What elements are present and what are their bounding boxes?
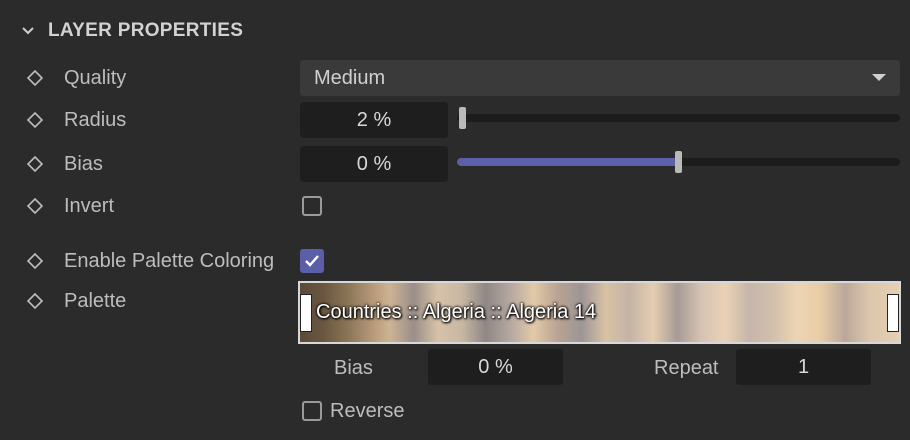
invert-label: Invert [64,195,115,217]
section-header-layer-properties[interactable]: LAYER PROPERTIES [20,18,243,44]
palette-bias-label: Bias [334,357,373,379]
keyframe-diamond-icon[interactable] [26,111,44,129]
bias-slider-fill [457,158,679,166]
enable-palette-coloring-checkbox[interactable] [300,249,324,273]
keyframe-diamond-icon[interactable] [26,292,44,310]
palette-name: Countries :: Algeria :: Algeria 14 [316,301,597,323]
chevron-down-icon[interactable] [20,23,36,39]
enable-palette-coloring-label: Enable Palette Coloring [64,250,275,272]
radius-input[interactable]: 2 % [300,102,448,138]
keyframe-diamond-icon[interactable] [26,69,44,87]
palette-label: Palette [64,290,127,312]
keyframe-diamond-icon[interactable] [26,197,44,215]
checkmark-icon [305,255,319,267]
palette-gradient-preview[interactable]: Countries :: Algeria :: Algeria 14 [298,281,901,344]
palette-right-handle[interactable] [887,294,899,332]
radius-slider-track[interactable] [457,114,900,122]
bias-label: Bias [64,153,103,175]
keyframe-diamond-icon[interactable] [26,155,44,173]
reverse-label: Reverse [330,400,405,422]
quality-label: Quality [64,67,127,89]
section-title: LAYER PROPERTIES [48,20,244,41]
keyframe-diamond-icon[interactable] [26,252,44,270]
radius-label: Radius [64,109,127,131]
bias-input[interactable]: 0 % [300,146,448,182]
palette-repeat-input[interactable]: 1 [736,349,871,385]
dropdown-arrow-icon [872,74,886,81]
bias-slider-handle[interactable] [675,151,682,173]
quality-dropdown[interactable]: Medium [300,60,900,96]
reverse-checkbox[interactable] [302,401,322,421]
invert-checkbox[interactable] [302,196,322,216]
palette-bias-input[interactable]: 0 % [428,349,563,385]
palette-repeat-label: Repeat [654,357,719,379]
quality-value: Medium [314,66,386,89]
radius-slider-handle[interactable] [459,107,466,129]
palette-left-handle[interactable] [300,294,312,332]
